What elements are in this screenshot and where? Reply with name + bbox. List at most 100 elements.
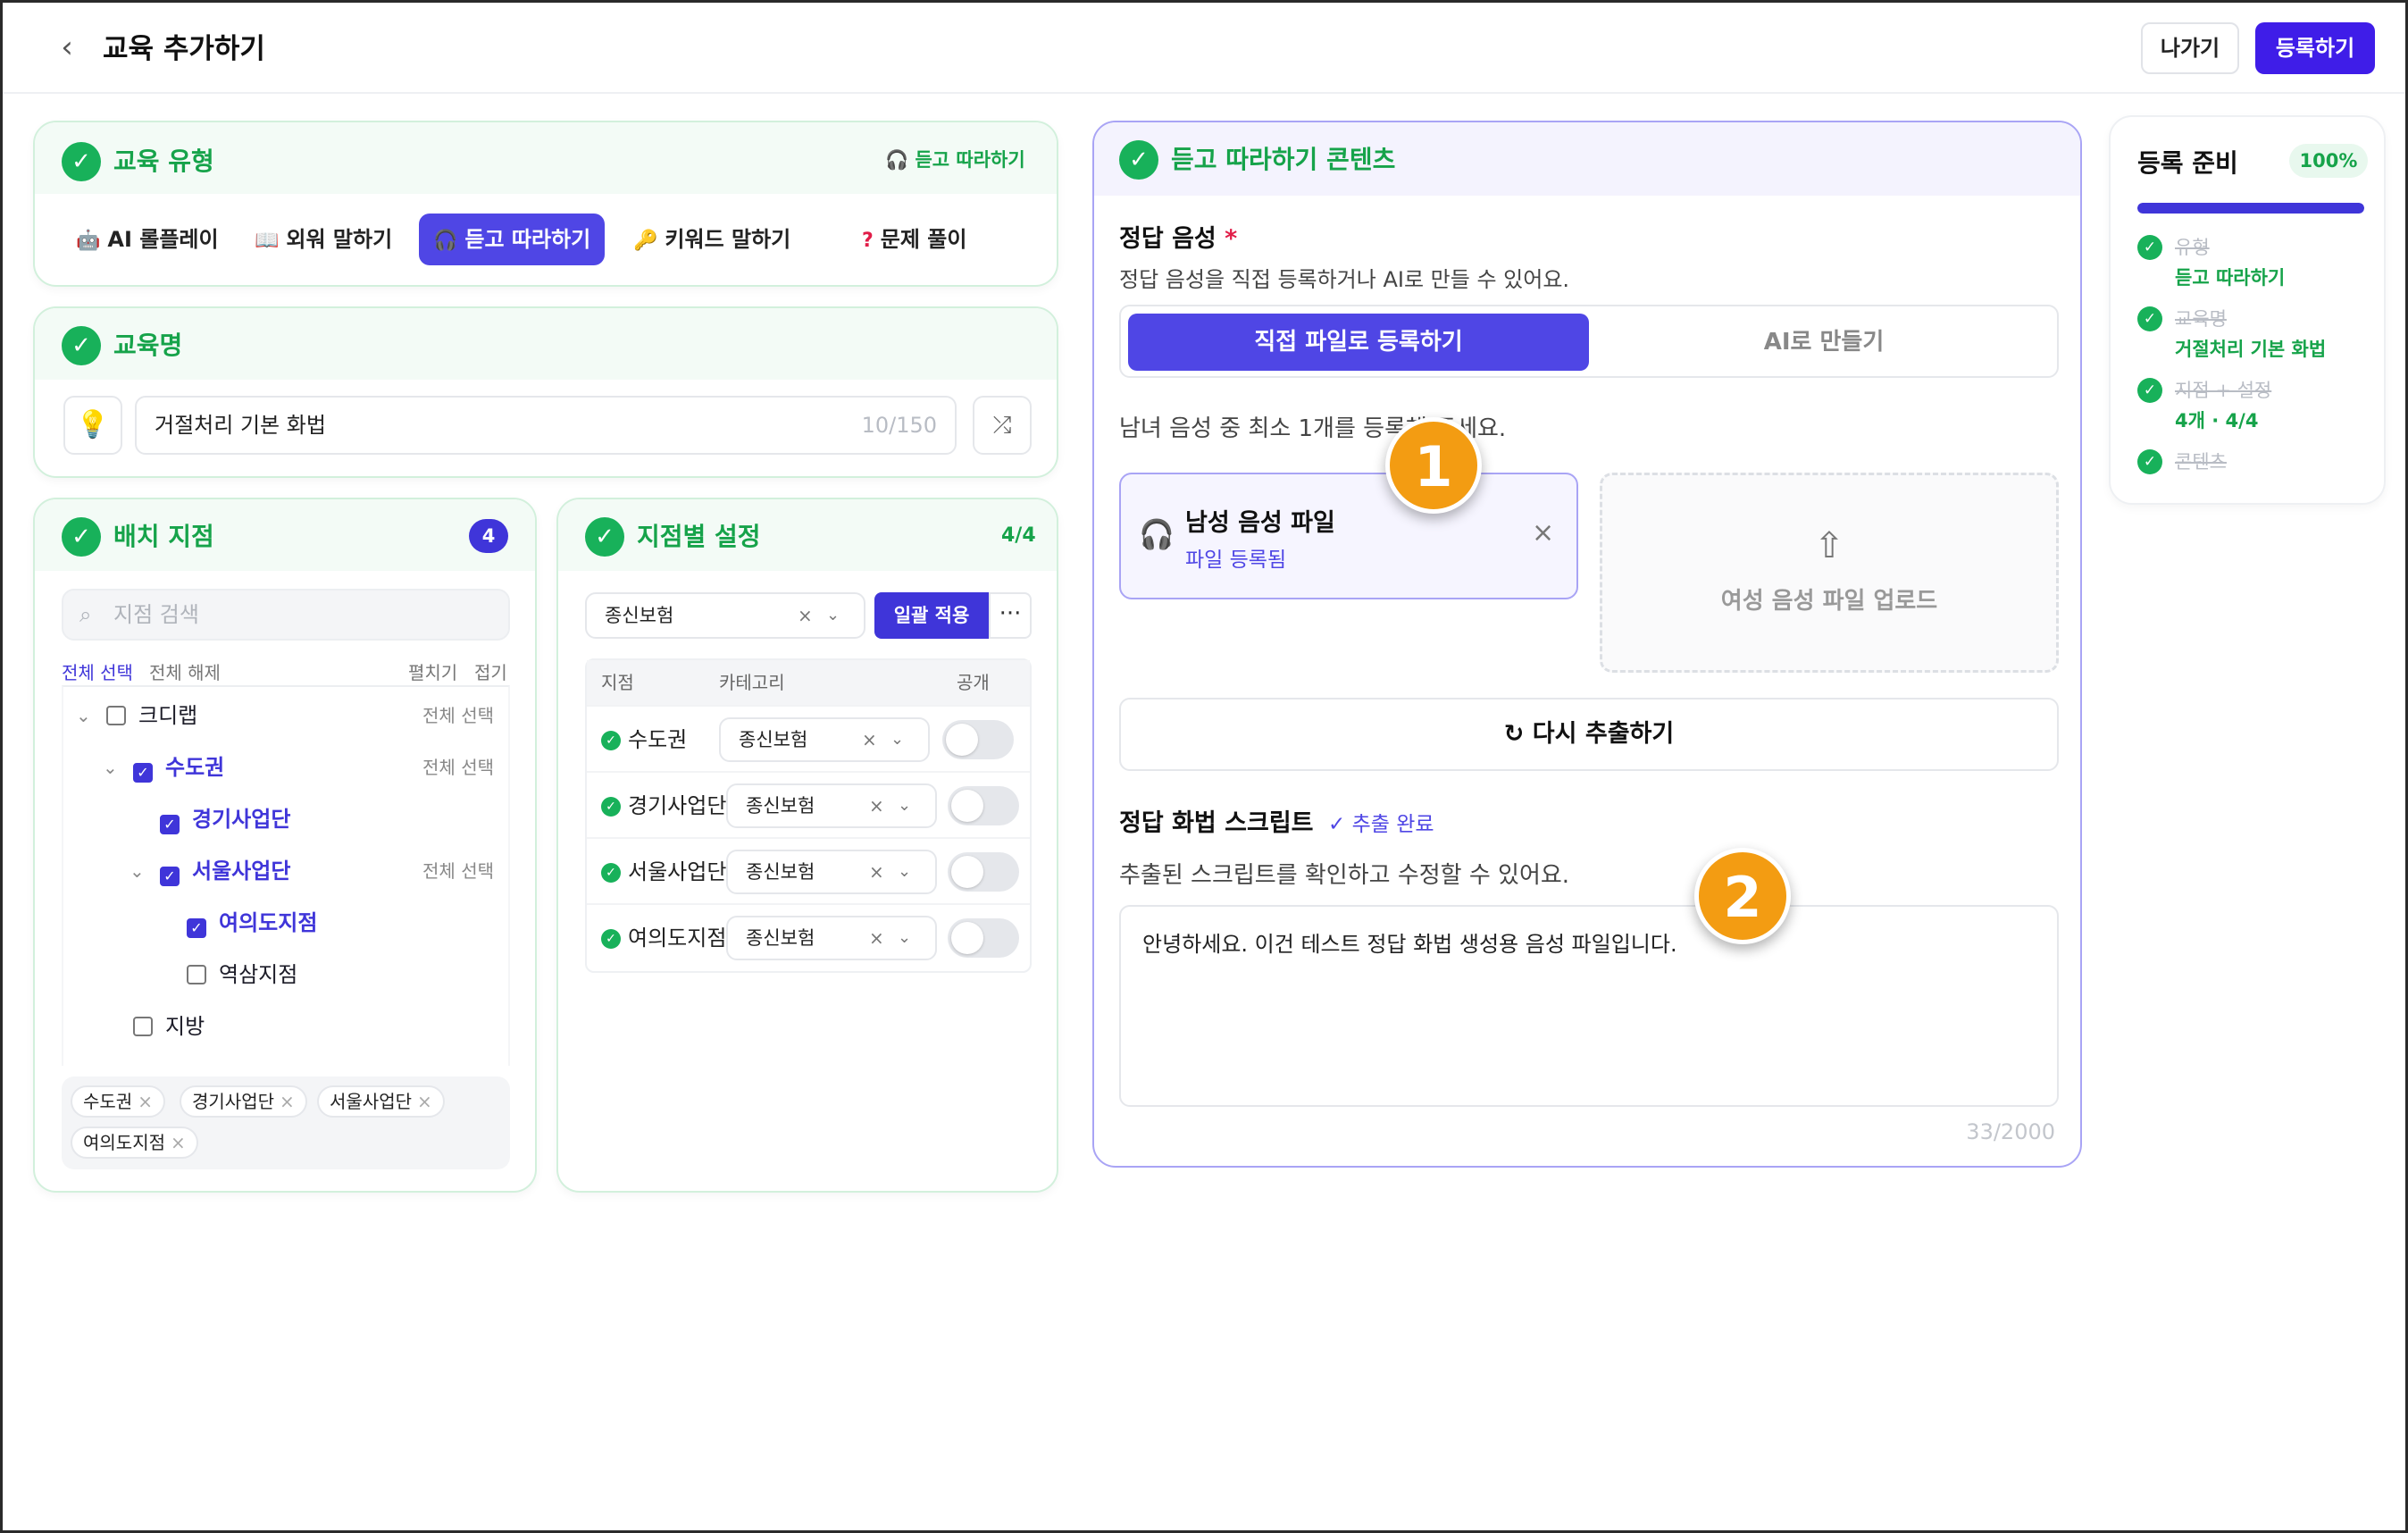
callout-badge-2: 2 [1694,848,1791,944]
more-icon[interactable]: ··· [989,592,1032,639]
card-title: 교육명 [113,331,183,360]
checkbox-checked[interactable]: ✓ [160,815,180,834]
ready-title: 등록 준비 [2137,148,2238,178]
column-header: 카테고리 [719,672,785,693]
checkbox[interactable] [187,965,206,984]
clear-icon[interactable]: × [869,917,884,959]
robot-icon: 🤖 [76,230,101,252]
close-icon[interactable]: × [171,1132,186,1153]
public-toggle[interactable] [948,852,1019,892]
submit-button[interactable]: 등록하기 [2255,22,2375,74]
page-header: ‹ 교육 추가하기 나가기 등록하기 [3,3,2405,94]
type-tab-ai-roleplay[interactable]: 🤖 AI 롤플레이 [62,214,233,265]
collapse-link[interactable]: 접기 [474,658,507,684]
category-select[interactable]: 종신보험 × ⌄ [726,850,937,894]
type-tab-keyword[interactable]: 🔑 키워드 말하기 [619,214,805,265]
callout-badge-1: 1 [1385,417,1482,514]
script-textarea[interactable]: 안녕하세요. 이건 테스트 정답 화법 생성용 음성 파일입니다. [1119,905,2059,1107]
clear-icon[interactable]: × [862,719,877,760]
table-row: ✓ 서울사업단 종신보험 × ⌄ [587,837,1030,903]
tree-select-all[interactable]: 전체 선택 [422,698,494,733]
chevron-down-icon: ⌄ [898,796,912,815]
char-count: 10/150 [861,413,937,438]
lightbulb-icon[interactable]: 💡 [63,396,122,455]
per-branch-table: 지점 카테고리 공개 ✓ 수도권 종신보험 × ⌄ ✓ 경기사업단 종신보험 × ⌄ ✓… [585,658,1032,973]
shuffle-icon[interactable]: ⤮ [973,396,1032,455]
close-icon[interactable]: × [1532,517,1554,549]
public-toggle[interactable] [948,918,1019,958]
page-title: 교육 추가하기 [103,33,265,65]
tree-select-all[interactable]: 전체 선택 [422,750,494,785]
close-icon[interactable]: × [138,1091,153,1112]
tree-item-local[interactable]: 지방 [133,1009,205,1044]
card-title: 배치 지점 [113,522,214,551]
close-icon[interactable]: × [280,1091,295,1112]
type-tab-listen-repeat[interactable]: 🎧 듣고 따라하기 [419,214,606,265]
tab-ai-generate[interactable]: AI로 만들기 [1594,314,2053,371]
clear-icon[interactable]: × [869,785,884,826]
card-header: ✓ 교육 유형 🎧 듣고 따라하기 [35,122,1057,194]
expand-link[interactable]: 펼치기 [408,658,457,684]
deselect-all-link[interactable]: 전체 해제 [149,658,221,684]
male-voice-file[interactable]: 🎧 남성 음성 파일 파일 등록됨 × [1119,473,1578,599]
type-tab-memorize[interactable]: 📖 외워 말하기 [240,214,406,265]
check-icon: ✓ [2137,449,2162,474]
close-icon[interactable]: × [417,1091,432,1112]
public-toggle[interactable] [942,720,1014,759]
checkbox[interactable] [133,1017,153,1036]
clear-icon[interactable]: × [798,594,813,637]
tree-item-kdilab[interactable]: 크디랩 [106,698,197,733]
edu-name-input[interactable]: 거절처리 기본 화법 10/150 [135,396,957,455]
checkbox-checked[interactable]: ✓ [160,867,180,886]
tree-item-capital[interactable]: ✓ 수도권 [133,750,224,785]
type-tab-quiz[interactable]: ? 문제 풀이 [848,214,981,265]
category-select[interactable]: 종신보험 × ⌄ [719,717,930,762]
step-label: 지점 + 설정 [2175,380,2272,401]
table-row: ✓ 여의도지점 종신보험 × ⌄ [587,903,1030,969]
check-icon: ✓ [2137,378,2162,403]
card-title: 교육 유형 [113,147,214,176]
headphones-icon: 🎧 [1139,517,1175,551]
branch-count-badge: 4 [469,519,508,553]
check-icon: ✓ [601,863,621,883]
check-icon: ✓ [601,929,621,949]
branch-search-input[interactable]: ⌕ 지점 검색 [62,589,510,641]
tree-item-seoul[interactable]: ✓ 서울사업단 [160,853,290,889]
select-all-link[interactable]: 전체 선택 [62,658,133,684]
chevron-down-icon[interactable]: ⌄ [103,750,118,785]
female-voice-upload[interactable]: ⇧ 여성 음성 파일 업로드 [1600,473,2059,673]
checkbox-checked[interactable]: ✓ [187,918,206,938]
reextract-button[interactable]: ↻ 다시 추출하기 [1119,698,2059,771]
chevron-down-icon[interactable]: ⌄ [130,853,145,889]
answer-voice-title: 정답 음성 * [1119,225,1238,253]
card-header: ✓ 교육명 [35,308,1057,380]
tree-item-yeouido[interactable]: ✓ 여의도지점 [187,905,317,941]
category-select[interactable]: 종신보험 × ⌄ [726,783,937,828]
bulk-apply-button[interactable]: 일괄 적용 [874,592,989,639]
chevron-down-icon[interactable]: ⌄ [76,698,91,733]
selected-tags: 수도권 × 경기사업단 × 서울사업단 × 여의도지점 × [62,1076,510,1169]
check-icon: ✓ [62,326,101,365]
checkbox-checked[interactable]: ✓ [133,763,153,783]
progress-fill [2137,203,2364,214]
tree-item-gyeonggi[interactable]: ✓ 경기사업단 [160,801,290,837]
card-header: ✓ 배치 지점 4 [35,499,535,571]
chevron-left-icon[interactable]: ‹ [49,29,85,65]
category-select[interactable]: 종신보험 × ⌄ [726,916,937,960]
tree-item-yeoksam[interactable]: 역삼지점 [187,957,297,993]
step-sub: 듣고 따라하기 [2175,267,2286,289]
selected-type-chip: 🎧 듣고 따라하기 [885,149,1025,171]
clear-icon[interactable]: × [869,851,884,892]
check-icon: ✓ [62,142,101,181]
check-icon: ✓ [585,517,624,557]
question-icon: ? [862,230,874,252]
exit-button[interactable]: 나가기 [2141,22,2239,74]
chevron-down-icon: ⌄ [890,730,905,749]
public-toggle[interactable] [948,786,1019,825]
table-row: ✓ 경기사업단 종신보험 × ⌄ [587,771,1030,837]
tree-select-all[interactable]: 전체 선택 [422,853,494,889]
extract-status: ✓ 추출 완료 [1328,813,1434,836]
bulk-category-select[interactable]: 종신보험 × ⌄ [585,592,865,639]
checkbox[interactable] [106,706,126,725]
tab-direct-upload[interactable]: 직접 파일로 등록하기 [1128,314,1589,371]
